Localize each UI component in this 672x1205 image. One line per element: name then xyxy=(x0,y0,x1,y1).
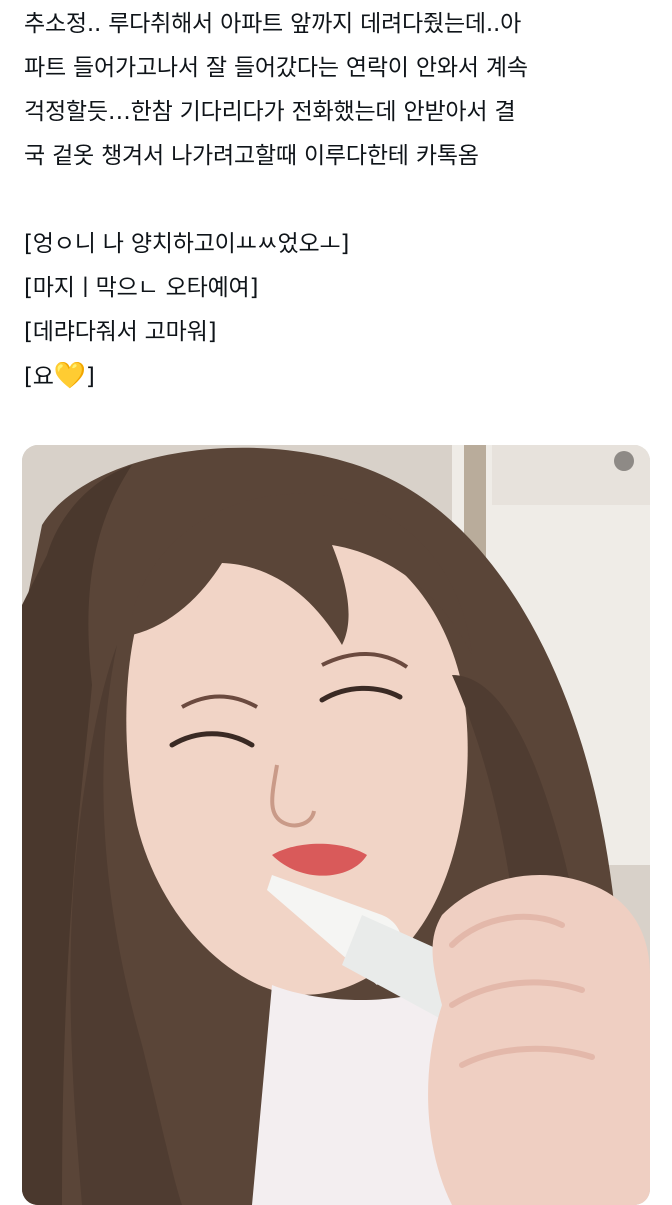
message-line: [마지ㅣ막으ㄴ 오타예여] xyxy=(24,275,259,301)
message-line: [엉ㅇ니 나 양치하고이ㅛㅆ었오ㅗ] xyxy=(24,231,350,257)
message-text: ] xyxy=(85,364,95,390)
tweet-text-line: 추소정.. 루다취해서 아파트 앞까지 데려다줬는데..아 xyxy=(24,11,522,37)
tweet: 추소정.. 루다취해서 아파트 앞까지 데려다줬는데..아 파트 들어가고나서 … xyxy=(0,0,672,1205)
tweet-text-line: 걱정할듯…한참 기다리다가 전화했는데 안받아서 결 xyxy=(24,99,516,125)
message-line: [요💛] xyxy=(24,354,652,398)
photo-illustration xyxy=(22,445,650,1205)
tweet-text: 추소정.. 루다취해서 아파트 앞까지 데려다줬는데..아 파트 들어가고나서 … xyxy=(24,2,652,398)
tweet-media-photo[interactable] xyxy=(22,445,650,1205)
message-text: [요 xyxy=(24,364,54,390)
message-line: [데랴다줘서 고마워] xyxy=(24,319,217,345)
tweet-text-line: 국 겉옷 챙겨서 나가려고할때 이루다한테 카톡옴 xyxy=(24,143,479,169)
tweet-text-line: 파트 들어가고나서 잘 들어갔다는 연락이 안와서 계속 xyxy=(24,55,528,81)
yellow-heart-icon: 💛 xyxy=(53,361,86,391)
